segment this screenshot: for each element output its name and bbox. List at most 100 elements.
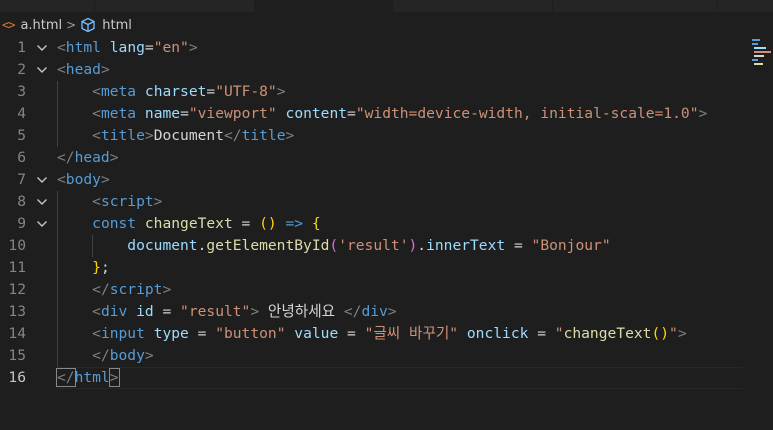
code-token: </	[57, 149, 75, 166]
breadcrumb: <> a.html > html	[0, 14, 740, 36]
code-token: "en"	[153, 39, 189, 56]
code-token: changeText	[144, 215, 233, 232]
code-token: div	[361, 303, 388, 320]
code-token: "button"	[215, 325, 286, 342]
code-line[interactable]: 12 </script>	[0, 279, 750, 301]
code-token: <	[92, 127, 101, 144]
code-token: document	[127, 237, 198, 254]
code-token: </	[343, 303, 362, 320]
code-token: =	[188, 325, 216, 342]
code-token: =	[528, 325, 555, 342]
code-line[interactable]: 8 <script>	[0, 191, 750, 213]
tab[interactable]	[95, 0, 255, 12]
code-token: meta	[100, 83, 137, 100]
code-token: div	[100, 303, 128, 320]
code-token: =	[206, 83, 216, 100]
code-token: ()	[651, 325, 670, 342]
code-token: content	[285, 105, 348, 122]
code-token: getElementById	[206, 237, 330, 254]
code-line[interactable]: 3 <meta charset="UTF-8">	[0, 81, 750, 103]
code-token: <	[57, 61, 66, 78]
minimap-line	[754, 55, 764, 57]
chevron-down-icon[interactable]	[36, 191, 50, 213]
code-token: 'result'	[338, 237, 409, 254]
code-line[interactable]: 13 <div id = "result"> 안녕하세요 </div>	[0, 301, 750, 323]
code-token: "Bonjour"	[531, 237, 611, 254]
code-token: >	[698, 105, 708, 122]
line-number: 15	[8, 347, 26, 364]
code-text: <meta name="viewport" content="width=dev…	[57, 103, 707, 125]
code-token: >	[677, 325, 687, 342]
line-number: 6	[17, 149, 26, 166]
code-line[interactable]: 16 </html>	[0, 367, 750, 389]
code-text: <meta charset="UTF-8">	[57, 81, 285, 103]
chevron-down-icon[interactable]	[36, 213, 50, 235]
code-token: </	[56, 368, 76, 387]
code-token: =	[505, 237, 532, 254]
code-token: html	[65, 39, 101, 56]
code-token: =	[180, 105, 189, 122]
code-line[interactable]: 11 };	[0, 257, 750, 279]
code-token: <	[92, 83, 101, 100]
line-number: 14	[8, 325, 26, 342]
minimap[interactable]	[750, 37, 773, 77]
code-line[interactable]: 4 <meta name="viewport" content="width=d…	[0, 103, 750, 125]
tab-active[interactable]	[255, 0, 393, 12]
code-token: <	[92, 105, 101, 122]
code-line[interactable]: 7 <body>	[0, 169, 750, 191]
code-token: )	[408, 237, 418, 254]
chevron-down-icon[interactable]	[36, 37, 50, 59]
code-token: >	[108, 368, 120, 387]
code-token: =	[153, 303, 181, 320]
code-editor[interactable]: 1 <html lang="en"> 2 <head> 3 <meta charset=…	[0, 37, 750, 389]
code-text: const changeText = () => {	[57, 213, 321, 235]
tab[interactable]	[393, 0, 553, 12]
chevron-down-icon[interactable]	[36, 59, 50, 81]
code-line[interactable]: 10 document.getElementById('result').inn…	[0, 235, 750, 257]
chevron-down-icon[interactable]	[36, 169, 50, 191]
code-line[interactable]: 14 <input type = "button" value = "글씨 바꾸…	[0, 323, 750, 345]
code-token: </	[92, 347, 110, 364]
code-line[interactable]: 1 <html lang="en">	[0, 37, 750, 59]
code-token: <	[92, 193, 101, 210]
tab[interactable]	[553, 0, 718, 12]
line-number: 11	[8, 259, 26, 276]
minimap-line	[754, 47, 766, 49]
code-token: 안녕하세요	[259, 303, 344, 320]
line-number: 16	[8, 369, 26, 386]
code-token: "width=device-width, initial-scale=1.0"	[355, 105, 699, 122]
line-number: 12	[8, 281, 26, 298]
code-token: "	[554, 325, 564, 342]
tab[interactable]	[0, 0, 95, 12]
breadcrumb-element[interactable]: html	[102, 18, 132, 33]
code-text: document.getElementById('result').innerT…	[57, 235, 611, 257]
code-line[interactable]: 15 </body>	[0, 345, 750, 367]
code-token: onclick	[466, 325, 529, 342]
code-line[interactable]: 2 <head>	[0, 59, 750, 81]
code-line[interactable]: 6 </head>	[0, 147, 750, 169]
code-token: input	[100, 325, 145, 342]
code-token: </	[92, 281, 110, 298]
breadcrumb-file[interactable]: a.html	[20, 18, 62, 33]
code-token: body	[65, 171, 101, 188]
code-text: <head>	[57, 59, 110, 81]
code-line[interactable]: 9 const changeText = () => {	[0, 213, 750, 235]
code-line[interactable]: 5 <title>Document</title>	[0, 125, 750, 147]
code-token: =	[347, 105, 356, 122]
line-number: 1	[17, 39, 26, 56]
